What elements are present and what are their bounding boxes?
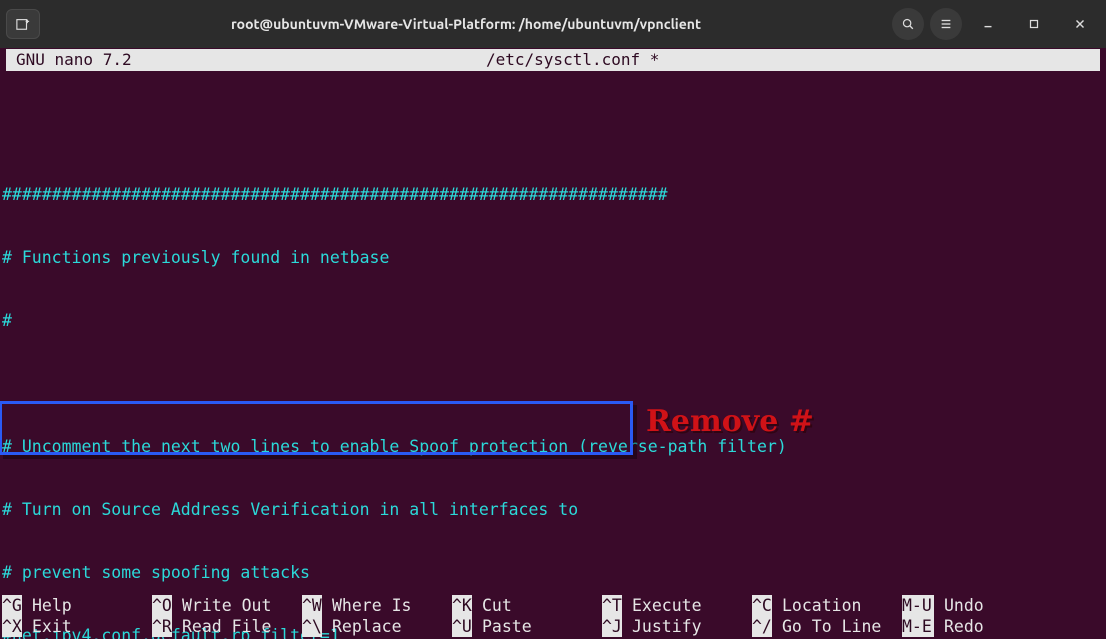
shortcut-key: M-E xyxy=(902,616,934,637)
close-button[interactable] xyxy=(1060,9,1100,39)
new-tab-button[interactable] xyxy=(6,9,40,39)
line: ########################################… xyxy=(2,184,1104,205)
minimize-button[interactable] xyxy=(968,9,1008,39)
search-button[interactable] xyxy=(892,8,924,40)
nano-file-name: /etc/sysctl.conf * xyxy=(486,49,659,71)
shortcut-label: Location xyxy=(772,595,861,616)
shortcut-row-1: ^GHelp ^OWrite Out ^WWhere Is ^KCut ^TEx… xyxy=(2,595,1104,616)
shortcut-label: Execute xyxy=(622,595,702,616)
shortcut-label: Undo xyxy=(934,595,984,616)
shortcut-key: ^W xyxy=(302,595,322,616)
shortcut-key: ^U xyxy=(452,616,472,637)
close-icon xyxy=(1073,17,1087,31)
shortcut-label: Redo xyxy=(934,616,984,637)
line: # prevent some spoofing attacks xyxy=(2,562,1104,583)
new-tab-icon xyxy=(16,17,30,31)
shortcut-key: ^T xyxy=(602,595,622,616)
editor-area[interactable]: ########################################… xyxy=(0,71,1106,639)
line: # Functions previously found in netbase xyxy=(2,247,1104,268)
annotation-text: Remove # xyxy=(646,411,814,432)
shortcut-key: ^C xyxy=(752,595,772,616)
hamburger-menu-button[interactable] xyxy=(930,8,962,40)
hamburger-icon xyxy=(939,17,953,31)
maximize-icon xyxy=(1027,17,1041,31)
line xyxy=(2,373,1104,394)
line: # Turn on Source Address Verification in… xyxy=(2,499,1104,520)
shortcut-label: Where Is xyxy=(322,595,411,616)
shortcut-label: Read File xyxy=(172,616,271,637)
shortcut-label: Go To Line xyxy=(772,616,881,637)
shortcut-label: Help xyxy=(22,595,72,616)
shortcut-key: ^X xyxy=(2,616,22,637)
shortcut-bar: ^GHelp ^OWrite Out ^WWhere Is ^KCut ^TEx… xyxy=(0,595,1106,639)
window-titlebar: root@ubuntuvm-VMware-Virtual-Platform: /… xyxy=(0,0,1106,48)
shortcut-key: ^\ xyxy=(302,616,322,637)
shortcut-key: ^J xyxy=(602,616,622,637)
window-title: root@ubuntuvm-VMware-Virtual-Platform: /… xyxy=(40,16,892,32)
shortcut-label: Exit xyxy=(22,616,72,637)
maximize-button[interactable] xyxy=(1014,9,1054,39)
search-icon xyxy=(901,17,915,31)
nano-header: GNU nano 7.2 /etc/sysctl.conf * xyxy=(6,49,1100,71)
nano-app-name: GNU nano 7.2 xyxy=(16,49,486,71)
shortcut-key: ^G xyxy=(2,595,22,616)
shortcut-key: M-U xyxy=(902,595,934,616)
line: # Uncomment the next two lines to enable… xyxy=(2,436,1104,457)
shortcut-key: ^K xyxy=(452,595,472,616)
shortcut-key: ^R xyxy=(152,616,172,637)
line xyxy=(2,121,1104,142)
shortcut-label: Write Out xyxy=(172,595,271,616)
shortcut-label: Justify xyxy=(622,616,702,637)
shortcut-key: ^/ xyxy=(752,616,772,637)
shortcut-label: Replace xyxy=(322,616,402,637)
minimize-icon xyxy=(981,17,995,31)
shortcut-row-2: ^XExit ^RRead File ^\Replace ^UPaste ^JJ… xyxy=(2,616,1104,637)
shortcut-key: ^O xyxy=(152,595,172,616)
line: # xyxy=(2,310,1104,331)
shortcut-label: Cut xyxy=(472,595,512,616)
shortcut-label: Paste xyxy=(472,616,532,637)
